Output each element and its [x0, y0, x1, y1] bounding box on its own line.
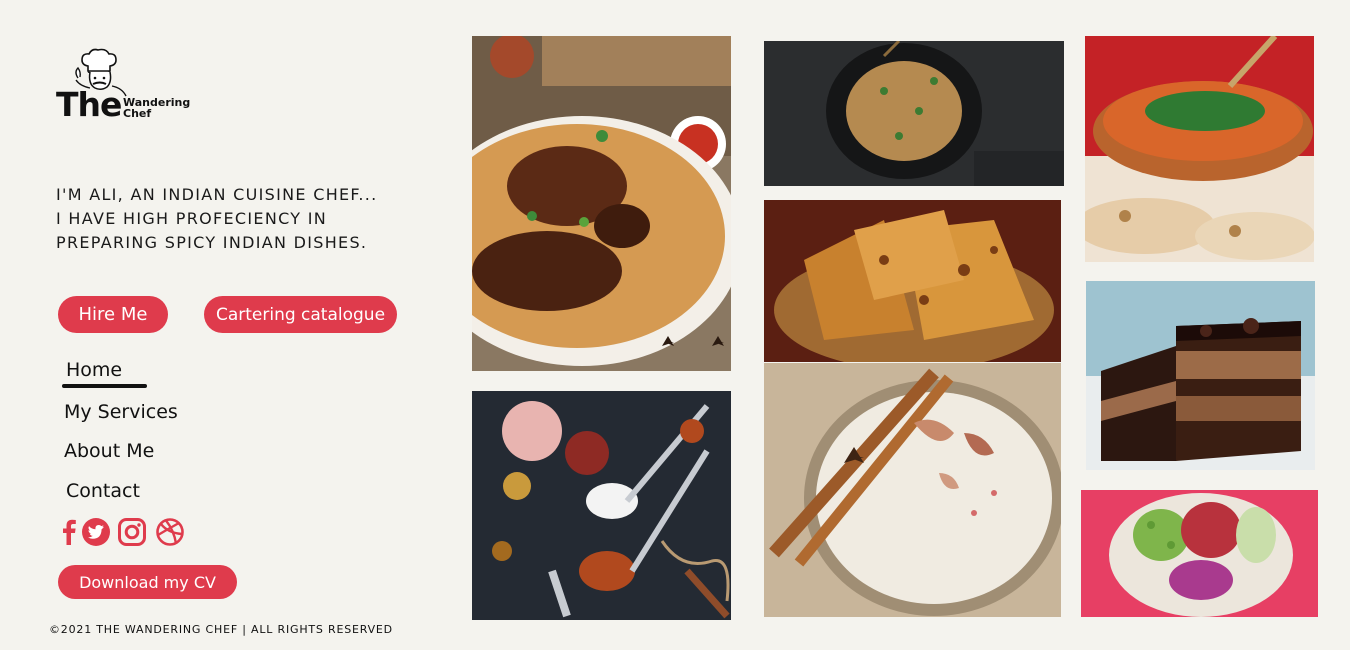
intro-line-2: I have high profeciency in: [56, 209, 328, 228]
download-cv-button[interactable]: Download my CV: [58, 565, 237, 599]
twitter-icon[interactable]: [81, 517, 111, 547]
intro-line-1: I'm Ali, an Indian cuisine chef...: [56, 185, 378, 204]
brand-the: The: [56, 85, 122, 124]
brand-wandering-chef: Wandering Chef: [123, 97, 190, 119]
brand-logo[interactable]: The Wandering Chef: [56, 48, 196, 124]
facebook-icon[interactable]: [58, 517, 80, 547]
kheer-cinnamon-photo: [764, 363, 1061, 617]
spices-spoons-photo: [472, 391, 731, 620]
footer-copyright: ©2021 The Wandering Chef | All rights re…: [49, 623, 393, 636]
biryani-chicken-photo: [472, 36, 731, 371]
nav-contact[interactable]: Contact: [66, 480, 140, 502]
hire-me-button[interactable]: Hire Me: [58, 296, 168, 333]
nav-about-me[interactable]: About Me: [64, 440, 154, 462]
poke-bowl-photo: [1081, 490, 1318, 617]
chocolate-cake-photo: [1086, 281, 1315, 470]
paratha-basket-photo: [764, 200, 1061, 362]
dribbble-icon[interactable]: [155, 517, 185, 547]
nav-my-services[interactable]: My Services: [64, 401, 178, 423]
nav-active-underline: [62, 384, 147, 388]
curry-naan-photo: [1085, 36, 1314, 262]
intro-line-3: preparing spicy Indian dishes.: [56, 233, 368, 252]
intro-text: I'm Ali, an Indian cuisine chef... I hav…: [56, 183, 416, 255]
rice-bowl-photo: [764, 41, 1064, 186]
instagram-icon[interactable]: [117, 517, 147, 547]
nav-home[interactable]: Home: [66, 359, 122, 381]
brand-chef: Chef: [123, 107, 152, 120]
catering-catalogue-button[interactable]: Cartering catalogue: [204, 296, 397, 333]
